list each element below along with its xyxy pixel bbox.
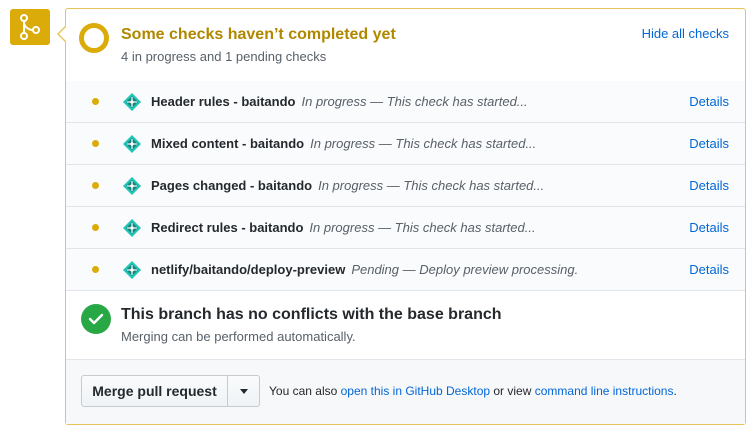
check-row: Pages changed - baitando In progress — Th… bbox=[66, 165, 745, 207]
pending-ring-icon bbox=[79, 23, 109, 53]
merge-status-box: Some checks haven’t completed yet 4 in p… bbox=[65, 8, 746, 425]
check-circle-icon bbox=[81, 304, 111, 334]
checks-list: Header rules - baitando In progress — Thi… bbox=[66, 81, 745, 291]
pending-dot-icon bbox=[92, 266, 99, 273]
check-row: Header rules - baitando In progress — Thi… bbox=[66, 81, 745, 123]
checks-summary: 4 in progress and 1 pending checks bbox=[121, 49, 327, 64]
netlify-icon bbox=[122, 134, 142, 154]
check-details-link[interactable]: Details bbox=[689, 262, 729, 277]
pending-dot-icon bbox=[92, 140, 99, 147]
merge-note: You can also open this in GitHub Desktop… bbox=[269, 384, 677, 398]
merge-method-dropdown-button[interactable] bbox=[227, 375, 260, 407]
check-row: netlify/baitando/deploy-preview Pending —… bbox=[66, 249, 745, 291]
conflict-title: This branch has no conflicts with the ba… bbox=[121, 306, 502, 323]
merge-pull-request-button[interactable]: Merge pull request bbox=[81, 375, 228, 407]
merge-note-suffix: . bbox=[673, 384, 677, 398]
check-details-link[interactable]: Details bbox=[689, 220, 729, 235]
hide-all-checks-link[interactable]: Hide all checks bbox=[642, 26, 729, 41]
check-text: Mixed content - baitando In progress — Th… bbox=[151, 136, 536, 151]
netlify-icon bbox=[122, 260, 142, 280]
check-name: Mixed content - baitando bbox=[151, 136, 305, 151]
check-name: Pages changed - baitando bbox=[151, 178, 313, 193]
command-line-instructions-link[interactable]: command line instructions bbox=[535, 384, 674, 398]
pending-dot-icon bbox=[92, 182, 99, 189]
check-details-link[interactable]: Details bbox=[689, 94, 729, 109]
check-description: In progress — This check has started... bbox=[301, 94, 528, 109]
check-description: In progress — This check has started... bbox=[310, 136, 537, 151]
open-in-desktop-link[interactable]: open this in GitHub Desktop bbox=[341, 384, 490, 398]
netlify-icon bbox=[122, 218, 142, 238]
conflict-subtitle: Merging can be performed automatically. bbox=[121, 329, 356, 344]
checks-title: Some checks haven’t completed yet bbox=[121, 26, 396, 43]
pending-dot-icon bbox=[92, 98, 99, 105]
check-text: Pages changed - baitando In progress — Th… bbox=[151, 178, 544, 193]
check-name: netlify/baitando/deploy-preview bbox=[151, 262, 346, 277]
box-pointer-fill bbox=[59, 27, 66, 41]
check-text: Redirect rules - baitando In progress — T… bbox=[151, 220, 536, 235]
check-name: Redirect rules - baitando bbox=[151, 220, 304, 235]
check-description: In progress — This check has started... bbox=[309, 220, 536, 235]
netlify-icon bbox=[122, 176, 142, 196]
check-row: Mixed content - baitando In progress — Th… bbox=[66, 123, 745, 165]
check-row: Redirect rules - baitando In progress — T… bbox=[66, 207, 745, 249]
caret-down-icon bbox=[239, 388, 248, 394]
check-description: In progress — This check has started... bbox=[318, 178, 545, 193]
git-merge-icon bbox=[10, 9, 50, 45]
netlify-icon bbox=[122, 92, 142, 112]
check-details-link[interactable]: Details bbox=[689, 178, 729, 193]
pending-dot-icon bbox=[92, 224, 99, 231]
merge-note-prefix: You can also bbox=[269, 384, 341, 398]
check-description: Pending — Deploy preview processing. bbox=[351, 262, 579, 277]
merge-area: Merge pull request You can also open thi… bbox=[66, 360, 745, 424]
check-details-link[interactable]: Details bbox=[689, 136, 729, 151]
check-name: Header rules - baitando bbox=[151, 94, 296, 109]
checks-header: Some checks haven’t completed yet 4 in p… bbox=[66, 9, 745, 82]
check-text: Header rules - baitando In progress — Thi… bbox=[151, 94, 528, 109]
check-text: netlify/baitando/deploy-preview Pending —… bbox=[151, 262, 578, 277]
merge-note-middle: or view bbox=[490, 384, 535, 398]
conflict-status: This branch has no conflicts with the ba… bbox=[66, 289, 745, 360]
